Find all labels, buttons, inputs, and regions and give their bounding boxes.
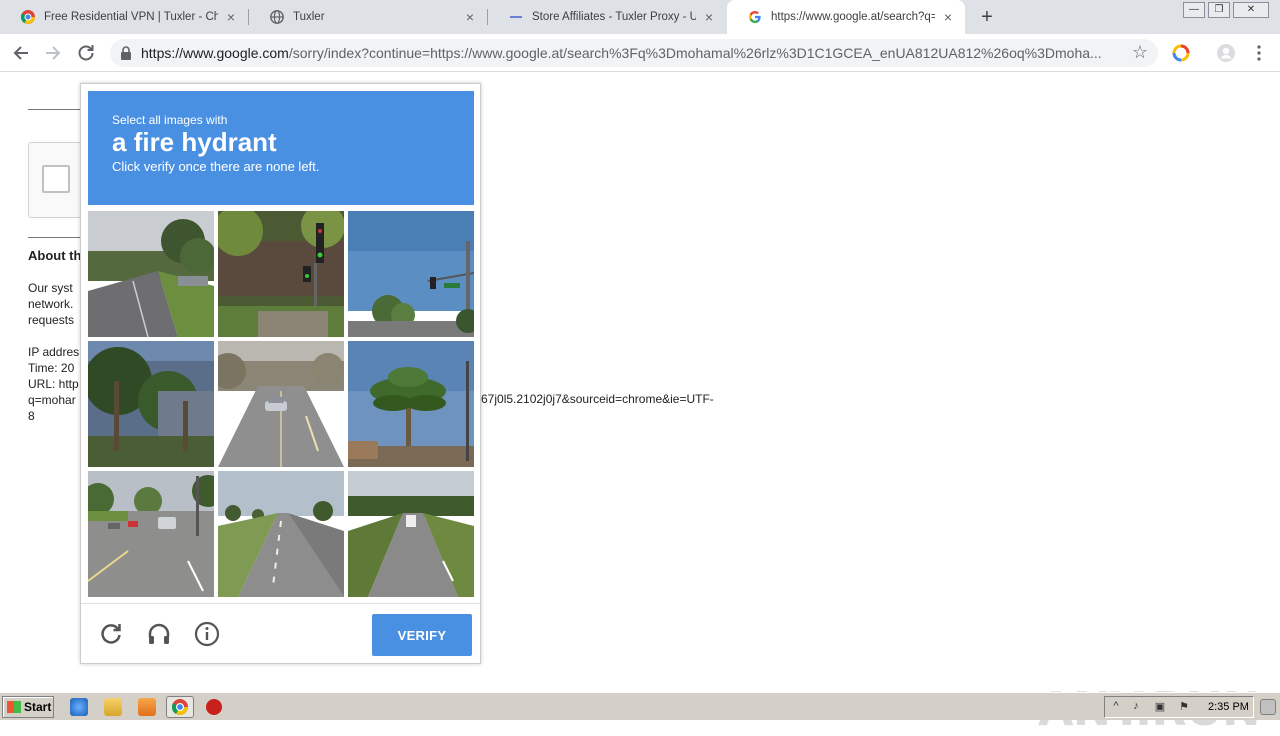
prompt-target: a fire hydrant: [112, 127, 277, 157]
url-domain: https://www.google.com: [141, 45, 289, 61]
profile-avatar-icon[interactable]: [1216, 43, 1236, 63]
start-button[interactable]: Start: [2, 696, 54, 718]
prompt-prefix: Select all images with: [112, 113, 228, 127]
chrome-taskbar-button[interactable]: [166, 696, 194, 718]
challenge-footer: VERIFY: [81, 603, 480, 663]
recaptcha-widget: [28, 142, 88, 218]
tray-expand-icon[interactable]: ^: [1109, 700, 1123, 714]
divider: [28, 109, 80, 110]
reload-icon: [78, 45, 94, 61]
url-text: https://www.google.com/sorry/index?conti…: [141, 45, 1101, 61]
minimize-button[interactable]: —: [1183, 2, 1205, 18]
reload-button[interactable]: [75, 42, 97, 64]
url-path: /sorry/index?continue=https://www.google…: [288, 45, 1101, 61]
back-arrow-icon: [13, 46, 28, 60]
bookmark-star-icon[interactable]: ☆: [1132, 42, 1148, 63]
image-grid: [88, 211, 474, 597]
back-button[interactable]: [10, 42, 32, 64]
image-tile-street-traffic-light-fence[interactable]: [218, 211, 344, 337]
url-line: URL: http: [28, 377, 79, 391]
menu-button[interactable]: [1248, 42, 1270, 64]
internet-explorer-icon[interactable]: [70, 698, 88, 716]
clock[interactable]: 2:35 PM: [1208, 701, 1249, 713]
chrome-icon: [172, 699, 188, 715]
image-tile-intersection-cars[interactable]: [88, 471, 214, 597]
image-tile-divided-road[interactable]: [218, 471, 344, 597]
about-text-line: Our syst: [28, 281, 73, 295]
close-window-button[interactable]: ✕: [1233, 2, 1269, 18]
prompt-suffix: Click verify once there are none left.: [112, 159, 320, 174]
page-content: About th Our syst network. requests IP a…: [0, 72, 1280, 736]
image-tile-road-with-car[interactable]: [218, 341, 344, 467]
image-tile-street-road-trees[interactable]: [88, 211, 214, 337]
file-explorer-icon[interactable]: [104, 698, 122, 716]
action-center-flag-icon[interactable]: ⚑: [1177, 700, 1191, 714]
volume-icon[interactable]: ♪: [1129, 700, 1143, 714]
image-tile-street-traffic-light-sky[interactable]: [348, 211, 474, 337]
divider: [28, 237, 80, 238]
tab-store-affiliates[interactable]: Store Affiliates - Tuxler Proxy - Unblo …: [488, 0, 726, 34]
tab-title: Tuxler: [293, 11, 325, 23]
store-icon: [508, 9, 524, 25]
address-bar[interactable]: https://www.google.com/sorry/index?conti…: [110, 39, 1158, 67]
challenge-header: Select all images with a fire hydrant Cl…: [88, 91, 474, 205]
recaptcha-challenge: Select all images with a fire hydrant Cl…: [80, 83, 481, 664]
lock-icon: [121, 46, 131, 60]
show-desktop-button[interactable]: [1260, 699, 1276, 715]
tab-title: Store Affiliates - Tuxler Proxy - Unblo: [532, 11, 696, 23]
google-icon: [747, 9, 763, 25]
tab-title: https://www.google.at/search?q=mo: [771, 11, 935, 23]
url-line: 8: [28, 409, 35, 423]
windows-flag-icon: [7, 701, 21, 713]
security-alert-icon[interactable]: [206, 699, 222, 715]
info-icon[interactable]: [193, 620, 221, 648]
about-text-line: network.: [28, 297, 74, 311]
audio-challenge-icon[interactable]: [145, 620, 173, 648]
start-label: Start: [24, 700, 52, 714]
time-line: Time: 20: [28, 361, 75, 375]
recaptcha-checkbox[interactable]: [42, 165, 70, 193]
forward-arrow-icon: [46, 46, 61, 60]
close-tab-icon[interactable]: ×: [463, 10, 477, 24]
tab-strip: Free Residential VPN | Tuxler - Chrome ×…: [0, 0, 1280, 34]
url-tail-text: 67j0l5.2102j0j7&sourceid=chrome&ie=UTF-: [481, 392, 714, 406]
reload-challenge-icon[interactable]: [97, 620, 125, 648]
new-tab-button[interactable]: +: [976, 6, 998, 28]
about-heading: About th: [28, 248, 82, 263]
close-tab-icon[interactable]: ×: [224, 10, 238, 24]
ip-address-line: IP addres: [28, 345, 80, 359]
close-tab-icon[interactable]: ×: [941, 10, 955, 24]
tab-google-search[interactable]: https://www.google.at/search?q=mo ×: [727, 0, 965, 34]
tab-tuxler-vpn[interactable]: Free Residential VPN | Tuxler - Chrome ×: [0, 0, 248, 34]
media-player-icon[interactable]: [138, 698, 156, 716]
tab-tuxler[interactable]: Tuxler ×: [249, 0, 487, 34]
image-tile-palm-tree-sky[interactable]: [348, 341, 474, 467]
about-text-line: requests: [28, 313, 75, 327]
tab-title: Free Residential VPN | Tuxler - Chrome: [44, 11, 218, 23]
restore-button[interactable]: ❐: [1208, 2, 1230, 18]
extension-icon[interactable]: [1171, 43, 1191, 63]
windows-taskbar: Start ^ ♪ ▣ ⚑ 2:35 PM: [0, 692, 1280, 720]
url-line: q=mohar: [28, 393, 76, 407]
chrome-icon: [20, 9, 36, 25]
image-tile-palm-trees-house[interactable]: [88, 341, 214, 467]
verify-button[interactable]: VERIFY: [372, 614, 472, 656]
forward-button[interactable]: [42, 42, 64, 64]
more-vert-icon: [1257, 45, 1261, 61]
image-tile-highway-truck[interactable]: [348, 471, 474, 597]
close-tab-icon[interactable]: ×: [702, 10, 716, 24]
network-icon[interactable]: ▣: [1153, 700, 1167, 714]
browser-toolbar: https://www.google.com/sorry/index?conti…: [0, 34, 1280, 72]
globe-icon: [269, 9, 285, 25]
